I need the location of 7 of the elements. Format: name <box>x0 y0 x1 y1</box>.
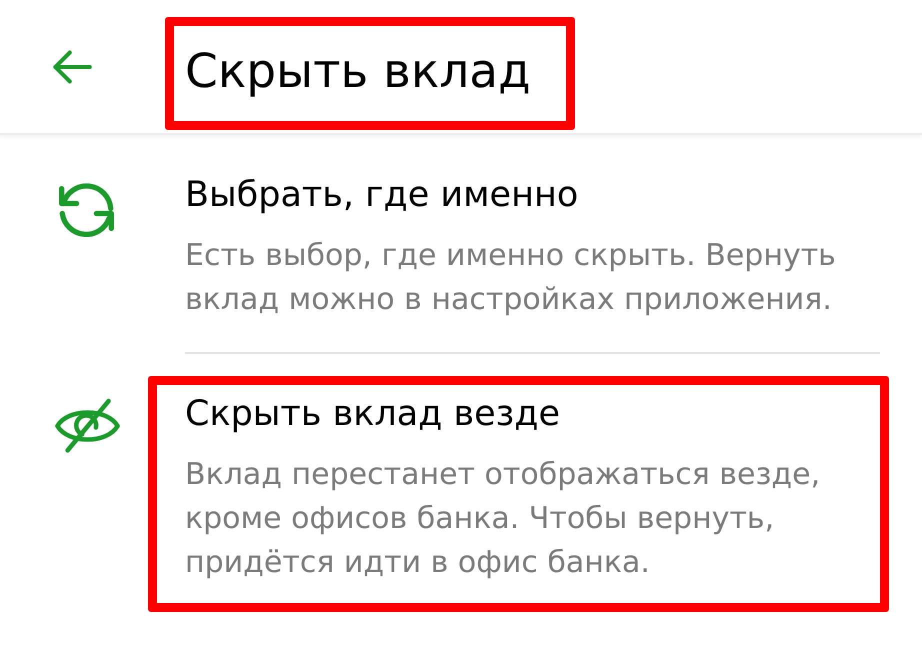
page-title: Скрыть вклад <box>185 43 531 101</box>
option-title[interactable]: Скрыть вклад везде <box>185 393 870 435</box>
eye-slash-icon <box>55 398 120 454</box>
option-description: Есть выбор, где именно скрыть. Вернуть вклад можно в настройках приложения. <box>185 237 837 319</box>
back-arrow-icon[interactable] <box>52 48 92 86</box>
option-title[interactable]: Выбрать, где именно <box>185 174 870 216</box>
option-description: Вклад перестанет отображаться везде, кроме офисов банка. Чтобы вернуть, придётся идти в офис банка. <box>185 456 822 582</box>
